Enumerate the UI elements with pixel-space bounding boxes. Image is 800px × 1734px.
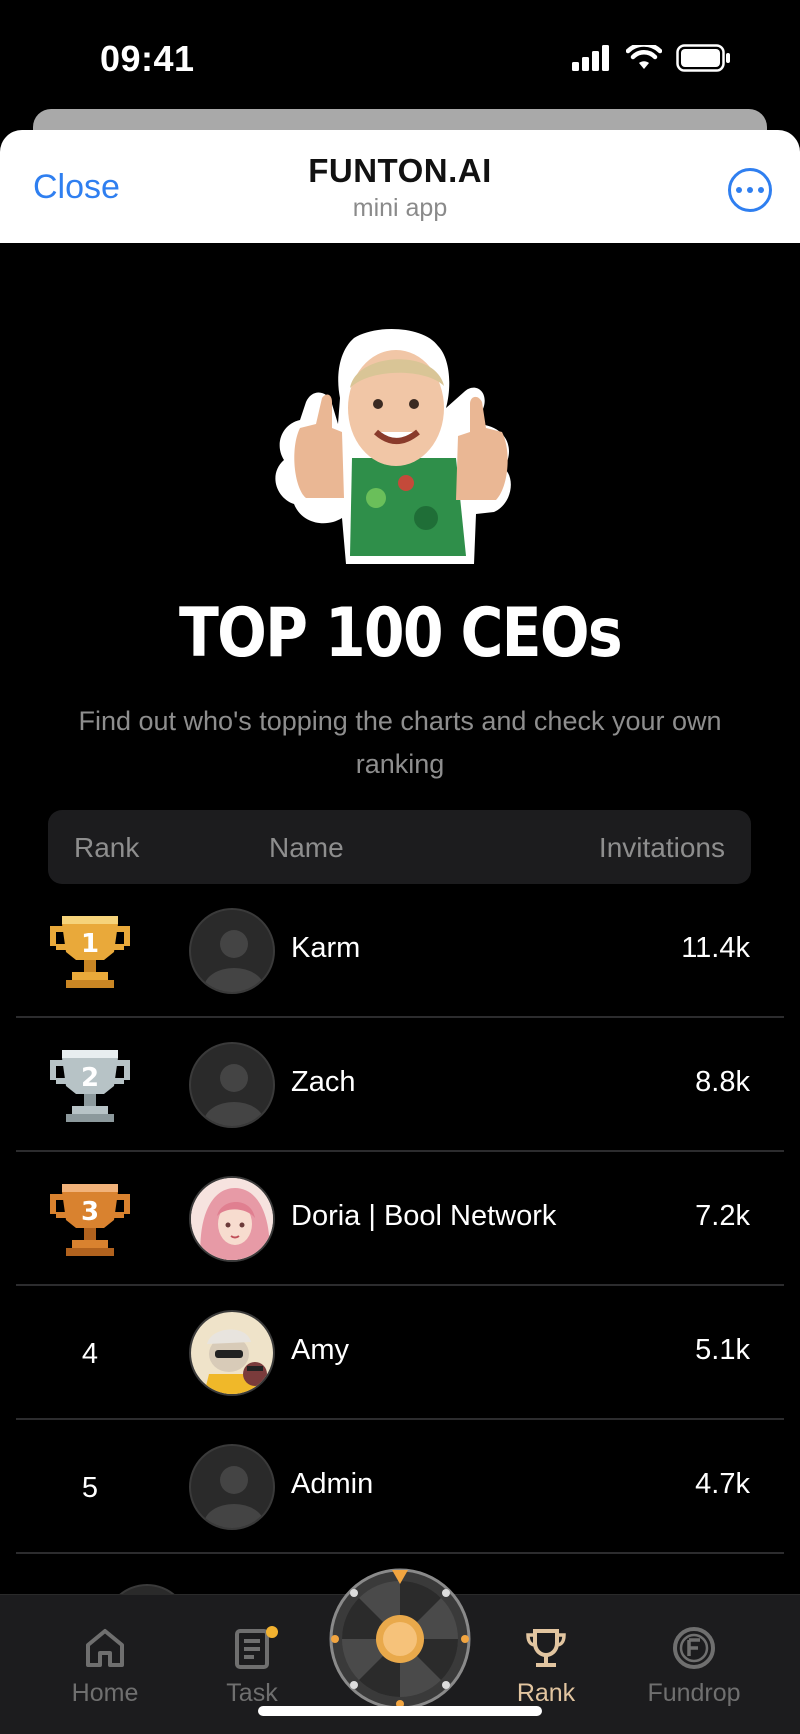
user-name: Karm (291, 932, 361, 964)
thumbs-up-kid-image (275, 328, 511, 564)
more-dot (736, 187, 742, 193)
mini-app-header: Close FUNTON.AI mini app (0, 130, 800, 243)
signal-icon (572, 45, 609, 71)
invitation-count: 5.1k (695, 1334, 750, 1366)
default-avatar-icon (204, 930, 264, 992)
app-subtitle: mini app (352, 194, 448, 222)
column-name: Name (269, 832, 344, 863)
avatar (189, 1310, 275, 1396)
trophy-icon (526, 1629, 566, 1667)
user-name: Admin (291, 1468, 374, 1500)
user-name: Doria | Bool Network (291, 1200, 557, 1232)
nav-fundrop[interactable]: Fundrop (634, 1625, 754, 1708)
svg-text:1: 1 (81, 929, 99, 959)
pink-hair-avatar-icon (191, 1178, 273, 1260)
leaderboard-row[interactable]: 5 Admin 4.7k (16, 1420, 784, 1554)
avatar (189, 1444, 275, 1530)
more-options-button[interactable] (728, 168, 772, 212)
rank-cell: 3 (46, 1180, 134, 1260)
invitation-count: 8.8k (695, 1066, 750, 1098)
leaderboard-row[interactable]: 4 Amy 5.1k (16, 1286, 784, 1420)
page-title: TOP 100 CEOs (178, 594, 623, 673)
bronze-trophy-icon: 3 (50, 1184, 130, 1256)
home-icon (86, 1629, 124, 1667)
svg-text:3: 3 (81, 1197, 99, 1227)
svg-text:2: 2 (81, 1063, 99, 1093)
status-bar: 09:41 (0, 0, 800, 110)
home-indicator (258, 1706, 542, 1716)
avatar (189, 1176, 275, 1262)
page-description: Find out who's topping the charts and ch… (78, 706, 722, 779)
rank-cell: 1 (46, 912, 134, 992)
user-name: Zach (291, 1066, 356, 1098)
avatar (189, 908, 275, 994)
gold-trophy-icon: 1 (50, 916, 130, 988)
rank-cell: 2 (46, 1046, 134, 1126)
leaderboard-row[interactable]: 2 Zach 8.8k (16, 1018, 784, 1152)
cartoon-avatar-icon (191, 1312, 273, 1394)
leaderboard-row[interactable]: 1 Karm 11.4k (16, 884, 784, 1018)
invitation-count: 7.2k (695, 1200, 750, 1232)
fundrop-coin-icon (673, 1627, 715, 1669)
nav-task-label: Task (226, 1679, 278, 1707)
more-dot (747, 187, 753, 193)
wifi-icon (626, 45, 662, 69)
silver-trophy-icon: 2 (50, 1050, 130, 1122)
default-avatar-icon (204, 1466, 264, 1528)
nav-task[interactable]: Task (192, 1625, 312, 1708)
user-name: Amy (291, 1334, 349, 1366)
nav-rank[interactable]: Rank (486, 1625, 606, 1708)
leaderboard-header: Rank Name Invitations (48, 810, 751, 884)
default-avatar-icon (204, 1064, 264, 1126)
battery-icon (676, 44, 730, 72)
more-dot (758, 187, 764, 193)
spin-wheel-button[interactable] (329, 1568, 471, 1710)
rank-number: 5 (81, 1471, 99, 1504)
rank-number: 4 (81, 1337, 99, 1370)
status-time: 09:41 (100, 38, 195, 79)
nav-fundrop-label: Fundrop (647, 1679, 741, 1707)
invitation-count: 11.4k (681, 932, 750, 964)
notification-dot (266, 1626, 278, 1638)
column-invitations: Invitations (598, 832, 725, 863)
app-title: FUNTON.AI (308, 152, 492, 189)
column-rank: Rank (74, 832, 140, 863)
nav-home-label: Home (71, 1679, 139, 1707)
status-icons (572, 44, 732, 72)
nav-rank-label: Rank (516, 1679, 576, 1707)
invitation-count: 4.7k (695, 1468, 750, 1500)
avatar (189, 1042, 275, 1128)
nav-home[interactable]: Home (45, 1625, 165, 1708)
leaderboard-row[interactable]: 3 Doria | Bool Network 7.2k (16, 1152, 784, 1286)
